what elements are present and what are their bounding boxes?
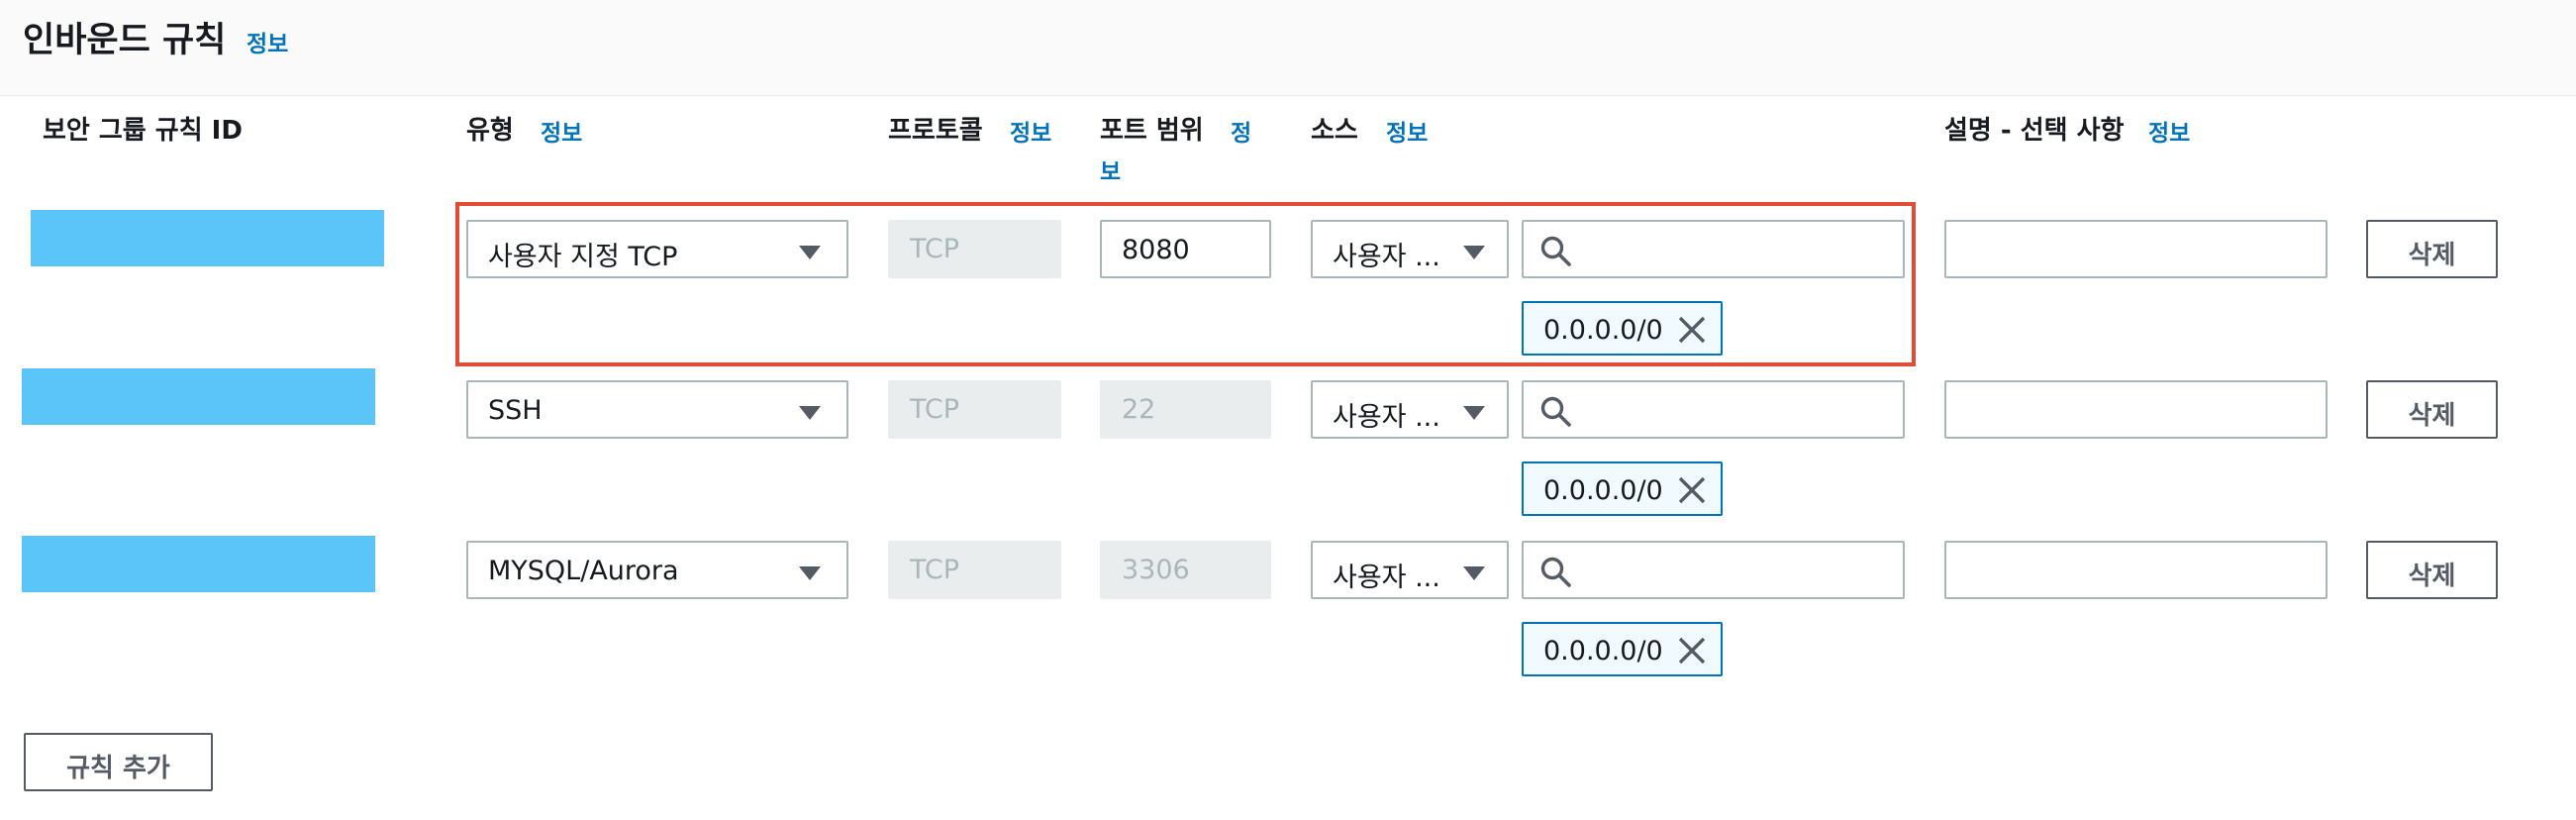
delete-button-label: 삭제	[2408, 241, 2456, 270]
type-select[interactable]: MYSQL/Aurora	[466, 541, 848, 599]
description-input[interactable]	[1944, 541, 2328, 599]
protocol-info-link[interactable]: 정보	[1010, 114, 1051, 148]
type-select-value: SSH	[488, 395, 543, 426]
cidr-value: 0.0.0.0/0	[1543, 475, 1663, 506]
cidr-token: 0.0.0.0/0	[1522, 301, 1723, 356]
info-link[interactable]: 정보	[247, 25, 288, 58]
caret-down-icon	[1463, 566, 1485, 580]
port-info-link-line1[interactable]: 정	[1231, 114, 1251, 148]
protocol-field: TCP	[888, 220, 1061, 278]
delete-rule-button[interactable]: 삭제	[2366, 380, 2498, 439]
search-icon	[1540, 396, 1571, 427]
type-select[interactable]: 사용자 지정 TCP	[466, 220, 848, 278]
source-type-value: 사용자 ...	[1333, 563, 1440, 593]
cidr-token: 0.0.0.0/0	[1522, 622, 1723, 676]
source-type-value: 사용자 ...	[1333, 242, 1440, 272]
cidr-value: 0.0.0.0/0	[1543, 315, 1663, 346]
panel-header: 인바운드 규칙 정보	[0, 0, 2576, 96]
column-header-source: 소스	[1311, 116, 1358, 146]
source-type-value: 사용자 ...	[1333, 402, 1440, 433]
description-info-link[interactable]: 정보	[2148, 114, 2190, 148]
type-info-link[interactable]: 정보	[541, 114, 582, 148]
type-select-value: MYSQL/Aurora	[488, 556, 679, 586]
protocol-value: TCP	[910, 234, 960, 264]
search-icon	[1540, 236, 1571, 266]
source-search-input[interactable]	[1522, 380, 1905, 439]
type-select[interactable]: SSH	[466, 380, 848, 439]
caret-down-icon	[1463, 406, 1485, 420]
port-range-field: 3306	[1100, 541, 1271, 599]
source-info-link[interactable]: 정보	[1386, 114, 1428, 148]
port-range-value: 22	[1122, 394, 1156, 425]
redacted-rule-id	[22, 536, 375, 592]
caret-down-icon	[799, 406, 821, 420]
caret-down-icon	[1463, 246, 1485, 259]
source-type-select[interactable]: 사용자 ...	[1311, 380, 1509, 439]
source-search-input[interactable]	[1522, 220, 1905, 278]
close-icon[interactable]	[1677, 636, 1707, 666]
close-icon[interactable]	[1677, 315, 1707, 345]
add-rule-button[interactable]: 규칙 추가	[24, 733, 213, 791]
cidr-value: 0.0.0.0/0	[1543, 636, 1663, 666]
type-select-value: 사용자 지정 TCP	[488, 242, 678, 272]
source-type-select[interactable]: 사용자 ...	[1311, 220, 1509, 278]
protocol-field: TCP	[888, 541, 1061, 599]
port-range-value: 8080	[1122, 235, 1190, 265]
port-info-link-line2[interactable]: 보	[1100, 153, 1121, 186]
source-search-input[interactable]	[1522, 541, 1905, 599]
redacted-rule-id	[31, 210, 384, 266]
protocol-value: TCP	[910, 394, 960, 425]
description-input[interactable]	[1944, 380, 2328, 439]
source-type-select[interactable]: 사용자 ...	[1311, 541, 1509, 599]
add-rule-label: 규칙 추가	[66, 754, 170, 783]
port-range-field: 22	[1100, 380, 1271, 439]
delete-rule-button[interactable]: 삭제	[2366, 541, 2498, 599]
caret-down-icon	[799, 566, 821, 580]
port-range-input[interactable]: 8080	[1100, 220, 1271, 278]
delete-button-label: 삭제	[2408, 401, 2456, 431]
column-header-port-range: 포트 범위	[1100, 116, 1204, 146]
column-header-description: 설명 - 선택 사항	[1944, 116, 2125, 146]
column-header-type: 유형	[466, 116, 514, 146]
protocol-value: TCP	[910, 555, 960, 585]
column-header-protocol: 프로토콜	[888, 116, 983, 146]
delete-rule-button[interactable]: 삭제	[2366, 220, 2498, 278]
column-header-rule-id: 보안 그룹 규칙 ID	[43, 116, 243, 146]
caret-down-icon	[799, 246, 821, 259]
protocol-field: TCP	[888, 380, 1061, 439]
port-range-value: 3306	[1122, 555, 1190, 585]
delete-button-label: 삭제	[2408, 562, 2456, 591]
redacted-rule-id	[22, 368, 375, 425]
search-icon	[1540, 557, 1571, 587]
close-icon[interactable]	[1677, 475, 1707, 505]
cidr-token: 0.0.0.0/0	[1522, 461, 1723, 516]
description-input[interactable]	[1944, 220, 2328, 278]
page-title: 인바운드 규칙	[23, 21, 227, 60]
